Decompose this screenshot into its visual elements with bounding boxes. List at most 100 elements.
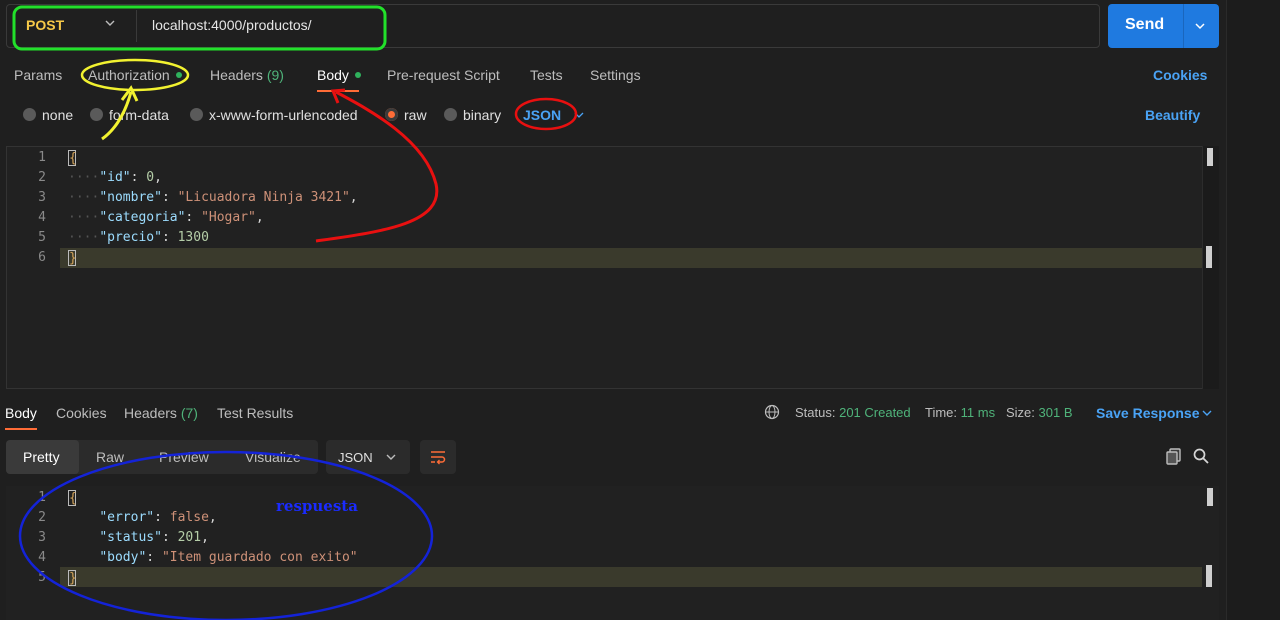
radio-x-www-form-urlencoded[interactable]: x-www-form-urlencoded bbox=[190, 107, 358, 123]
brace-close: } bbox=[68, 250, 77, 266]
radio-form-data-label: form-data bbox=[109, 107, 169, 123]
tab-settings[interactable]: Settings bbox=[590, 67, 641, 83]
line-number: 5 bbox=[38, 570, 46, 585]
response-size[interactable]: Size: 301 B bbox=[1006, 405, 1073, 420]
response-tab-body[interactable]: Body bbox=[5, 405, 37, 421]
radio-binary-label: binary bbox=[463, 107, 502, 123]
code-line[interactable]: ····"precio": 1300 bbox=[68, 230, 209, 245]
chevron-down-icon[interactable] bbox=[104, 17, 116, 29]
active-tab-indicator bbox=[317, 90, 359, 92]
radio-urlencoded-label: x-www-form-urlencoded bbox=[209, 107, 358, 123]
tab-pre-request-script[interactable]: Pre-request Script bbox=[387, 67, 500, 83]
response-time[interactable]: Time: 11 ms bbox=[925, 405, 995, 420]
beautify-link[interactable]: Beautify bbox=[1145, 107, 1200, 123]
line-number: 4 bbox=[38, 210, 46, 225]
code-line[interactable]: "error": false, bbox=[68, 510, 216, 525]
time-label: Time: bbox=[925, 405, 958, 420]
radio-none[interactable]: none bbox=[23, 107, 73, 123]
line-number: 5 bbox=[38, 230, 46, 245]
code-line[interactable]: "body": "Item guardado con exito" bbox=[68, 550, 357, 565]
view-pretty[interactable]: Pretty bbox=[23, 449, 60, 465]
code-line[interactable]: ····"nombre": "Licuadora Ninja 3421", bbox=[68, 190, 358, 205]
size-value: 301 B bbox=[1038, 405, 1073, 420]
radio-icon bbox=[90, 107, 103, 121]
code-line[interactable]: { bbox=[68, 490, 77, 506]
wrap-lines-icon bbox=[431, 451, 446, 465]
time-value: 11 ms bbox=[960, 405, 996, 420]
tab-headers[interactable]: Headers (9) bbox=[210, 67, 284, 83]
chevron-down-icon[interactable] bbox=[574, 110, 584, 120]
body-format-select[interactable]: JSON bbox=[523, 107, 561, 123]
code-line[interactable]: ····"categoria": "Hogar", bbox=[68, 210, 264, 225]
scrollbar-thumb[interactable] bbox=[1207, 488, 1213, 506]
line-end-marker bbox=[1206, 246, 1212, 268]
response-tab-headers-count: (7) bbox=[180, 405, 198, 421]
method-select[interactable]: POST bbox=[26, 17, 64, 33]
view-preview[interactable]: Preview bbox=[159, 449, 209, 465]
brace-open: { bbox=[68, 150, 77, 166]
tab-authorization-label: Authorization bbox=[88, 67, 170, 83]
line-number: 1 bbox=[38, 150, 46, 165]
code-line[interactable]: ····"id": 0, bbox=[68, 170, 162, 185]
tab-params[interactable]: Params bbox=[14, 67, 62, 83]
tab-tests[interactable]: Tests bbox=[530, 67, 563, 83]
line-number: 2 bbox=[38, 170, 46, 185]
code-line[interactable]: "status": 201, bbox=[68, 530, 209, 545]
tab-body[interactable]: Body bbox=[317, 67, 361, 83]
code-line[interactable]: { bbox=[68, 150, 77, 166]
chevron-down-icon[interactable] bbox=[1201, 407, 1213, 419]
active-tab-indicator bbox=[5, 428, 37, 430]
radio-selected-icon bbox=[385, 107, 398, 121]
line-number: 3 bbox=[38, 530, 46, 545]
response-tab-headers[interactable]: Headers (7) bbox=[124, 405, 198, 421]
tab-headers-label: Headers bbox=[210, 67, 263, 83]
radio-binary[interactable]: binary bbox=[444, 107, 501, 123]
line-number: 1 bbox=[38, 490, 46, 505]
annotation-label: respuesta bbox=[276, 497, 358, 515]
cookies-link[interactable]: Cookies bbox=[1153, 67, 1207, 83]
save-response-button[interactable]: Save Response bbox=[1096, 405, 1200, 421]
response-format-label: JSON bbox=[338, 450, 373, 465]
window-edge bbox=[1226, 0, 1280, 620]
current-line-highlight bbox=[60, 248, 1202, 268]
radio-raw[interactable]: raw bbox=[385, 107, 427, 123]
response-tab-headers-label: Headers bbox=[124, 405, 177, 421]
tab-authorization[interactable]: Authorization bbox=[88, 67, 182, 83]
radio-icon bbox=[190, 107, 203, 121]
radio-none-label: none bbox=[42, 107, 74, 123]
scrollbar-thumb[interactable] bbox=[1207, 148, 1213, 166]
radio-form-data[interactable]: form-data bbox=[90, 107, 169, 123]
radio-icon bbox=[444, 107, 457, 121]
line-number: 2 bbox=[38, 510, 46, 525]
line-number: 4 bbox=[38, 550, 46, 565]
brace-close: } bbox=[68, 570, 77, 586]
search-icon[interactable] bbox=[1192, 447, 1210, 465]
view-visualize[interactable]: Visualize bbox=[245, 449, 301, 465]
line-number: 3 bbox=[38, 190, 46, 205]
line-end-marker bbox=[1206, 565, 1212, 587]
url-divider bbox=[136, 10, 137, 42]
copy-icon[interactable] bbox=[1165, 447, 1183, 465]
radio-raw-label: raw bbox=[404, 107, 427, 123]
status-label: Status: bbox=[795, 405, 836, 420]
status-dot bbox=[354, 72, 361, 79]
size-label: Size: bbox=[1006, 405, 1035, 420]
tab-headers-count: (9) bbox=[266, 67, 284, 83]
code-line[interactable]: } bbox=[68, 250, 77, 266]
send-button-label: Send bbox=[1125, 16, 1165, 33]
response-tab-test-results[interactable]: Test Results bbox=[217, 405, 293, 421]
code-line[interactable]: } bbox=[68, 570, 77, 586]
chevron-down-icon[interactable] bbox=[385, 451, 397, 463]
globe-icon[interactable] bbox=[764, 404, 780, 420]
response-tab-cookies[interactable]: Cookies bbox=[56, 405, 107, 421]
current-line-highlight bbox=[60, 567, 1202, 587]
url-input[interactable]: localhost:4000/productos/ bbox=[152, 17, 312, 33]
send-options-chevron-icon[interactable] bbox=[1194, 20, 1206, 32]
status-value: 201 Created bbox=[839, 405, 911, 420]
brace-open: { bbox=[68, 490, 77, 506]
line-number: 6 bbox=[38, 250, 46, 265]
response-status[interactable]: Status: 201 Created bbox=[795, 405, 911, 420]
status-dot bbox=[175, 72, 182, 79]
view-raw[interactable]: Raw bbox=[96, 449, 124, 465]
send-divider bbox=[1183, 4, 1184, 48]
